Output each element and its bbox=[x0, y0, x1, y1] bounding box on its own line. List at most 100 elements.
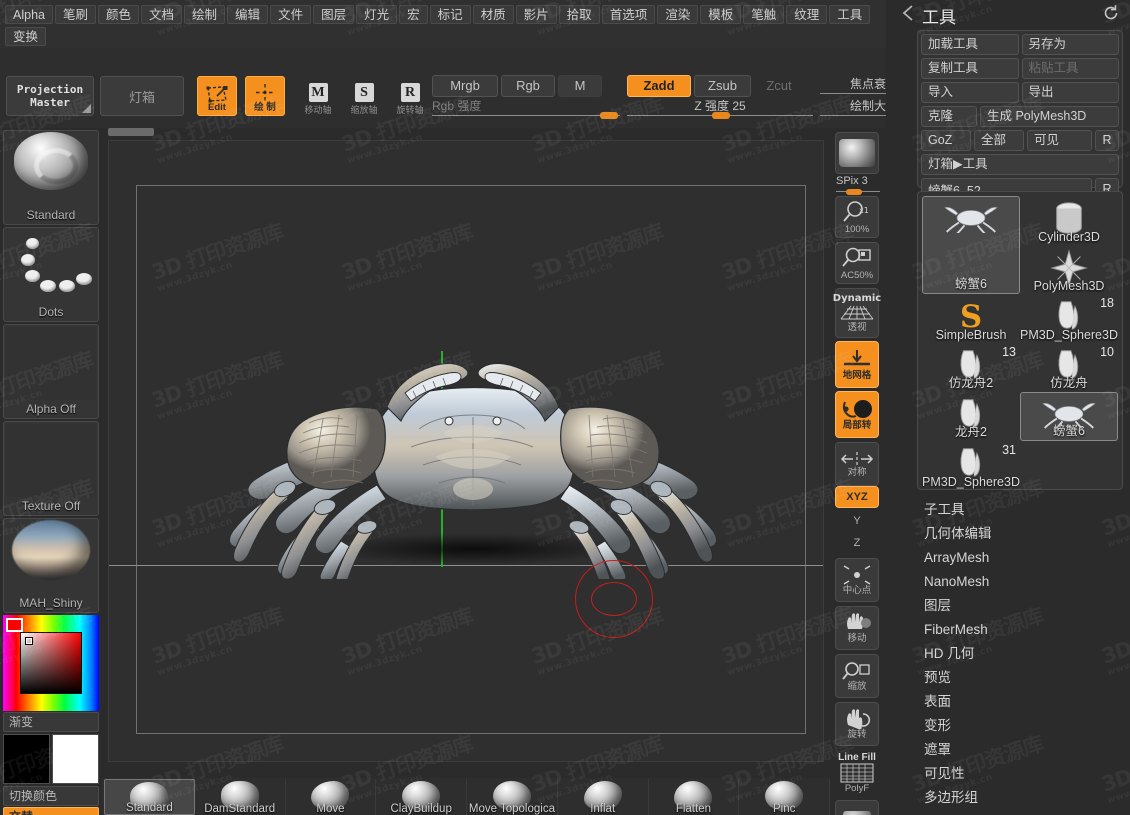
tool-grid-item-2[interactable]: PolyMesh3D bbox=[1020, 245, 1118, 294]
export-button[interactable]: 导出 bbox=[1021, 82, 1119, 103]
tool-subpalette-8[interactable]: 表面 bbox=[916, 690, 1126, 714]
brush-item-2[interactable]: Move bbox=[286, 779, 377, 815]
zadd-button[interactable]: Zadd bbox=[627, 75, 691, 97]
menu-item-20[interactable]: 变换 bbox=[5, 27, 47, 46]
tool-subpalette-7[interactable]: 预览 bbox=[916, 666, 1126, 690]
menu-item-2[interactable]: 颜色 bbox=[98, 5, 140, 24]
crab-model[interactable] bbox=[181, 337, 761, 579]
brush-item-3[interactable]: ClayBuildup bbox=[376, 779, 468, 815]
tool-subpalette-0[interactable]: 子工具 bbox=[916, 498, 1126, 522]
primary-color-swatch[interactable] bbox=[3, 734, 50, 784]
viewport[interactable] bbox=[108, 140, 824, 762]
tool-subpalette-5[interactable]: FiberMesh bbox=[916, 618, 1126, 642]
menu-item-9[interactable]: 宏 bbox=[399, 5, 428, 24]
alpha-selector[interactable]: Alpha Off bbox=[3, 324, 99, 419]
polyframe-button[interactable]: Line Fill PolyF bbox=[835, 750, 879, 796]
menu-item-14[interactable]: 首选项 bbox=[601, 5, 656, 24]
import-button[interactable]: 导入 bbox=[921, 82, 1019, 103]
stroke-selector[interactable]: Dots bbox=[3, 227, 99, 322]
goz-button[interactable]: GoZ bbox=[921, 130, 971, 151]
tool-subpalette-10[interactable]: 遮罩 bbox=[916, 738, 1126, 762]
menu-item-1[interactable]: 笔刷 bbox=[54, 5, 96, 24]
menu-item-10[interactable]: 标记 bbox=[429, 5, 471, 24]
tool-subpalette-4[interactable]: 图层 bbox=[916, 594, 1126, 618]
all-button[interactable]: 全部 bbox=[974, 130, 1024, 151]
spix-slider[interactable]: SPix 3 bbox=[836, 175, 880, 195]
menu-item-19[interactable]: 工具 bbox=[829, 5, 871, 24]
spix-knob[interactable] bbox=[846, 189, 862, 195]
menu-item-13[interactable]: 拾取 bbox=[558, 5, 600, 24]
tool-subpalette-2[interactable]: ArrayMesh bbox=[916, 546, 1126, 570]
tool-subpalette-11[interactable]: 可见性 bbox=[916, 762, 1126, 786]
goz-r-button[interactable]: R bbox=[1095, 130, 1119, 151]
brush-item-0[interactable]: Standard bbox=[104, 779, 195, 815]
color-picker[interactable] bbox=[3, 615, 99, 711]
color-swatch-pair[interactable] bbox=[3, 734, 99, 784]
collapse-arrow-icon[interactable] bbox=[900, 4, 918, 22]
tool-grid-item-8[interactable]: 螃蟹6 bbox=[1020, 392, 1118, 441]
move-axis-button[interactable]: M 移动轴 bbox=[300, 76, 336, 116]
tool-subpalette-6[interactable]: HD 几何 bbox=[916, 642, 1126, 666]
y-axis-button[interactable]: Y bbox=[835, 510, 879, 532]
floor-grid-button[interactable]: 地网格 bbox=[835, 341, 879, 388]
material-selector[interactable]: MAH_Shiny bbox=[3, 518, 99, 613]
perspective-button[interactable]: Dynamic 透视 bbox=[833, 288, 881, 338]
menu-item-17[interactable]: 笔触 bbox=[743, 5, 785, 24]
rgb-intensity-knob[interactable] bbox=[600, 112, 618, 119]
texture-selector[interactable]: Texture Off bbox=[3, 421, 99, 516]
menu-item-4[interactable]: 绘制 bbox=[184, 5, 226, 24]
z-intensity-knob[interactable] bbox=[712, 112, 730, 119]
zoom-100-button[interactable]: x1 100% bbox=[835, 196, 879, 238]
symmetry-button[interactable]: 对称 bbox=[835, 442, 879, 486]
bpr-render-button[interactable]: BPR bbox=[835, 132, 879, 174]
edit-button[interactable]: Edit bbox=[197, 76, 237, 116]
paste-tool-button[interactable]: 粘贴工具 bbox=[1021, 58, 1119, 79]
menu-item-15[interactable]: 渲染 bbox=[657, 5, 699, 24]
tool-grid-item-7[interactable]: 龙舟2 bbox=[922, 392, 1020, 441]
lightbox-button[interactable]: 灯箱 bbox=[100, 76, 184, 116]
menu-item-11[interactable]: 材质 bbox=[472, 5, 514, 24]
aahalf-button[interactable]: AC50% bbox=[835, 242, 879, 284]
document-scrollbar[interactable] bbox=[108, 128, 154, 136]
visible-button[interactable]: 可见 bbox=[1027, 130, 1092, 151]
lightbox-tool-button[interactable]: 灯箱▶工具 bbox=[921, 154, 1119, 175]
m-button[interactable]: M bbox=[558, 75, 602, 97]
zcut-button[interactable]: Zcut bbox=[754, 75, 804, 97]
extra-render-button[interactable] bbox=[835, 800, 879, 815]
brush-item-7[interactable]: Pinc bbox=[739, 779, 831, 815]
z-intensity-slider[interactable]: Z 强度 25 bbox=[627, 99, 813, 120]
tool-subpalette-12[interactable]: 多边形组 bbox=[916, 786, 1126, 810]
draw-button[interactable]: 绘 制 bbox=[245, 76, 285, 116]
tool-grid-item-6[interactable]: 10 仿龙舟 bbox=[1020, 343, 1118, 392]
reset-icon[interactable] bbox=[1102, 4, 1120, 22]
save-as-button[interactable]: 另存为 bbox=[1021, 34, 1119, 55]
menu-item-0[interactable]: Alpha bbox=[5, 5, 53, 24]
rgb-intensity-slider[interactable]: Rgb 强度 bbox=[432, 99, 620, 120]
tool-grid-item-4[interactable]: 18 PM3D_Sphere3D bbox=[1020, 294, 1118, 343]
move-button[interactable]: 移动 bbox=[835, 606, 879, 650]
tool-grid-item-0[interactable]: 螃蟹6 bbox=[922, 196, 1020, 294]
brush-selector[interactable]: Standard bbox=[3, 130, 99, 225]
secondary-color-swatch[interactable] bbox=[52, 734, 99, 784]
menu-item-12[interactable]: 影片 bbox=[515, 5, 557, 24]
menu-item-5[interactable]: 编辑 bbox=[227, 5, 269, 24]
center-point-button[interactable]: 中心点 bbox=[835, 558, 879, 602]
brush-item-4[interactable]: Move Topologica bbox=[467, 779, 558, 815]
tool-grid-item-9[interactable]: 31 PM3D_Sphere3D bbox=[922, 441, 1020, 490]
brush-item-6[interactable]: Flatten bbox=[649, 779, 740, 815]
rotate-button[interactable]: 旋转 bbox=[835, 702, 879, 746]
tool-subpalette-1[interactable]: 几何体编辑 bbox=[916, 522, 1126, 546]
xyz-button[interactable]: XYZ bbox=[835, 486, 879, 508]
mrgb-button[interactable]: Mrgb bbox=[432, 75, 498, 97]
tool-grid-item-3[interactable]: S SimpleBrush bbox=[922, 294, 1020, 343]
menu-item-16[interactable]: 模板 bbox=[700, 5, 742, 24]
switch-color-button[interactable]: 切换颜色 bbox=[3, 786, 99, 806]
rotate-axis-button[interactable]: R 旋转轴 bbox=[392, 76, 428, 116]
projection-master-button[interactable]: Projection Master bbox=[6, 76, 94, 116]
z-axis-button[interactable]: Z bbox=[835, 532, 879, 554]
tool-grid-item-5[interactable]: 13 仿龙舟2 bbox=[922, 343, 1020, 392]
menu-item-8[interactable]: 灯光 bbox=[356, 5, 398, 24]
copy-tool-button[interactable]: 复制工具 bbox=[921, 58, 1019, 79]
tool-subpalette-9[interactable]: 变形 bbox=[916, 714, 1126, 738]
local-transform-button[interactable]: 局部转 bbox=[835, 391, 879, 438]
